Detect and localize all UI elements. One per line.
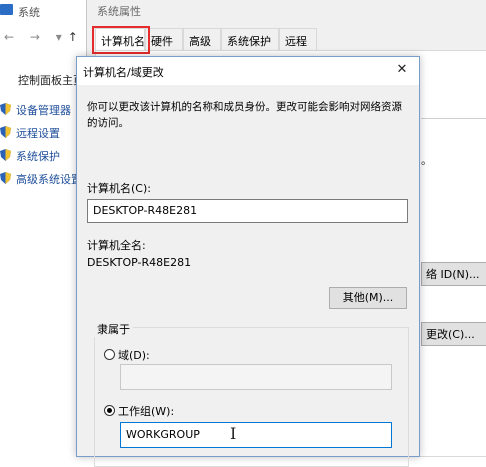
shield-icon — [0, 172, 11, 184]
more-button[interactable]: 其他(M)... — [329, 287, 407, 309]
dialog-title: 计算机名/域更改 — [83, 66, 164, 79]
sidebar-link-label: 系统保护 — [16, 150, 60, 163]
dialog-titlebar[interactable]: 计算机名/域更改 ✕ — [77, 57, 419, 85]
system-properties-title: 系统属性 — [97, 5, 141, 18]
sidebar-link-label: 远程设置 — [16, 127, 60, 140]
nav-arrows-icon[interactable]: ← → ▾ — [4, 30, 68, 44]
background-window-title-text: 系统 — [18, 6, 40, 19]
workgroup-label[interactable]: 工作组(W): — [118, 403, 174, 419]
network-id-button[interactable]: 络 ID(N)... — [421, 262, 486, 286]
shield-icon — [0, 149, 11, 161]
text-cursor-icon: I — [230, 424, 237, 443]
full-computer-name-value: DESKTOP-R48E281 — [87, 256, 192, 269]
tab-highlight-box — [92, 26, 150, 54]
computer-name-label: 计算机名(C): — [87, 182, 151, 195]
full-computer-name-label: 计算机全名: — [87, 239, 146, 252]
workgroup-input[interactable]: WORKGROUP — [120, 422, 392, 448]
domain-radio[interactable] — [104, 349, 115, 360]
workgroup-radio[interactable] — [104, 405, 115, 416]
member-of-label: 隶属于 — [94, 321, 133, 337]
background-window-title: 系统 — [0, 0, 80, 22]
dialog-description: 你可以更改该计算机的名称和成员身份。更改可能会影响对网络资源的访问。 — [87, 101, 402, 129]
divider — [421, 118, 486, 119]
nav-up-icon[interactable]: ↑ — [68, 30, 84, 44]
shield-icon — [0, 103, 11, 115]
sidebar-link-label: 设备管理器 — [16, 104, 71, 117]
domain-label[interactable]: 域(D): — [118, 347, 150, 363]
shield-icon — [0, 126, 11, 138]
tab-remote[interactable]: 远程 — [279, 28, 317, 50]
panel-text: 。 — [421, 154, 432, 167]
tab-advanced[interactable]: 高级 — [183, 28, 221, 50]
computer-name-dialog: 计算机名/域更改 ✕ 你可以更改该计算机的名称和成员身份。更改可能会影响对网络资… — [76, 56, 420, 467]
sidebar-link-label: 高级系统设置 — [16, 173, 82, 186]
nav-buttons[interactable]: ← → ▾↑ — [4, 30, 84, 44]
tab-system-protection[interactable]: 系统保护 — [221, 28, 279, 50]
close-icon[interactable]: ✕ — [391, 61, 413, 79]
tab-hardware[interactable]: 硬件 — [145, 28, 183, 50]
computer-name-input[interactable]: DESKTOP-R48E281 — [87, 199, 408, 223]
control-panel-home-link[interactable]: 控制面板主页 — [18, 72, 84, 88]
domain-input[interactable] — [120, 364, 392, 390]
system-icon — [0, 4, 13, 15]
change-button[interactable]: 更改(C)... — [421, 322, 486, 346]
